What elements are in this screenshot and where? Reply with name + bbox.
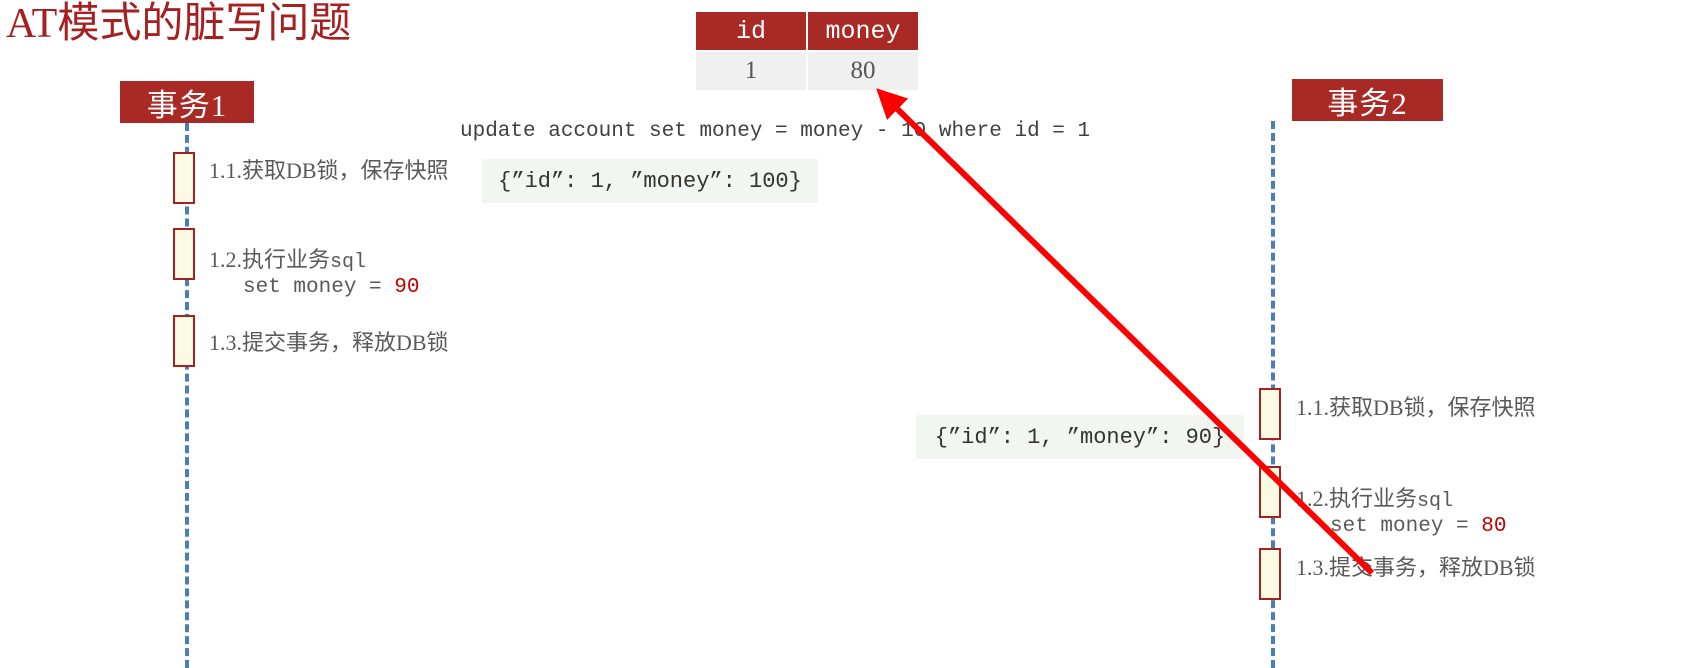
table-header-row: id money (696, 12, 918, 50)
sql-statement: update account set money = money - 10 wh… (460, 120, 1091, 143)
step-label-t1-1-2-prefix: 1.2.执行业务 (209, 247, 331, 272)
step-label-t2-1-2-prefix: 1.2.执行业务 (1296, 486, 1418, 511)
note-snapshot-before: {”id”: 1, ”money”: 100} (482, 159, 818, 203)
database-table: id money 1 80 (694, 10, 920, 92)
activation-bar-t1-step1 (173, 152, 195, 204)
activation-bar-t2-step3 (1259, 548, 1281, 600)
step-label-t1-1-3: 1.3.提交事务，释放DB锁 (209, 330, 449, 355)
activation-bar-t2-step2 (1259, 466, 1281, 518)
step-sub-t1-1-2: set money = 90 (243, 276, 419, 299)
activation-bar-t2-step1 (1259, 388, 1281, 440)
table-row: 1 80 (696, 52, 918, 90)
step-sub-t1-1-2-value: 90 (394, 276, 420, 299)
actor-header-transaction-1: 事务1 (120, 81, 254, 123)
actor-header-transaction-2: 事务2 (1292, 79, 1443, 121)
step-sub-t1-1-2-text: set money = (243, 276, 395, 299)
activation-bar-t1-step2 (173, 228, 195, 280)
step-label-t1-1-2-mono: sql (330, 251, 367, 274)
page-title: AT模式的脏写问题 (6, 1, 352, 47)
step-label-t2-1-3: 1.3.提交事务，释放DB锁 (1296, 555, 1536, 580)
step-label-t2-1-1: 1.1.获取DB锁，保存快照 (1296, 395, 1536, 420)
activation-bar-t1-step3 (173, 315, 195, 367)
step-sub-t2-1-2-value: 80 (1481, 515, 1507, 538)
table-header-money: money (808, 12, 918, 50)
step-label-t2-1-2-mono: sql (1417, 490, 1454, 513)
table-header-id: id (696, 12, 806, 50)
step-sub-t2-1-2-text: set money = (1330, 515, 1482, 538)
diagram-canvas: AT模式的脏写问题 id money 1 80 update account s… (0, 0, 1683, 668)
step-label-t1-1-2: 1.2.执行业务sql (209, 245, 366, 278)
table-cell-money: 80 (808, 52, 918, 90)
lifeline-transaction-1 (185, 123, 189, 668)
step-label-t1-1-1: 1.1.获取DB锁，保存快照 (209, 158, 449, 183)
note-snapshot-after: {”id”: 1, ”money”: 90} (916, 415, 1244, 459)
step-label-t2-1-2: 1.2.执行业务sql (1296, 484, 1453, 517)
table-cell-id: 1 (696, 52, 806, 90)
step-sub-t2-1-2: set money = 80 (1330, 515, 1506, 538)
